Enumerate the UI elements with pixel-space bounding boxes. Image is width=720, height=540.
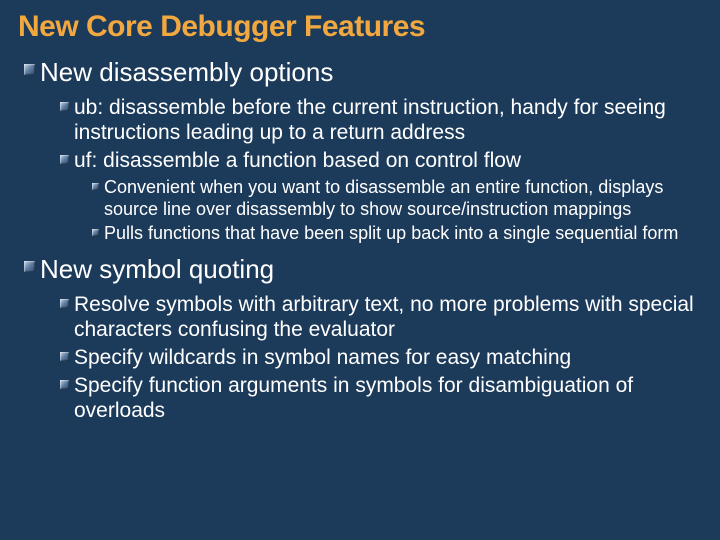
bullet-icon: [18, 56, 40, 75]
bullet-icon: [18, 253, 40, 272]
bullet-list-level2: Resolve symbols with arbitrary text, no …: [54, 292, 696, 424]
bullet-text: ub: disassemble before the current instr…: [74, 95, 696, 146]
bullet-text: Specify wildcards in symbol names for ea…: [74, 345, 571, 371]
bullet-list-level3: Convenient when you want to disassemble …: [86, 177, 696, 245]
bullet-icon: [54, 148, 74, 164]
bullet-text: Specify function arguments in symbols fo…: [74, 373, 696, 424]
bullet-icon: [86, 177, 104, 190]
topic-heading: New symbol quoting: [40, 253, 274, 286]
bullet-text: Pulls functions that have been split up …: [104, 223, 678, 245]
bullet-icon: [86, 223, 104, 236]
bullet-icon: [54, 292, 74, 308]
bullet-text: Convenient when you want to disassemble …: [104, 177, 696, 221]
bullet-list-level1: New disassembly options ub: disassemble …: [18, 56, 696, 424]
bullet-icon: [54, 95, 74, 111]
bullet-icon: [54, 373, 74, 389]
slide-title: New Core Debugger Features: [18, 10, 696, 44]
bullet-text: Resolve symbols with arbitrary text, no …: [74, 292, 696, 343]
bullet-icon: [54, 345, 74, 361]
bullet-text: uf: disassemble a function based on cont…: [74, 148, 521, 174]
bullet-list-level2: ub: disassemble before the current instr…: [54, 95, 696, 246]
topic-heading: New disassembly options: [40, 56, 333, 89]
